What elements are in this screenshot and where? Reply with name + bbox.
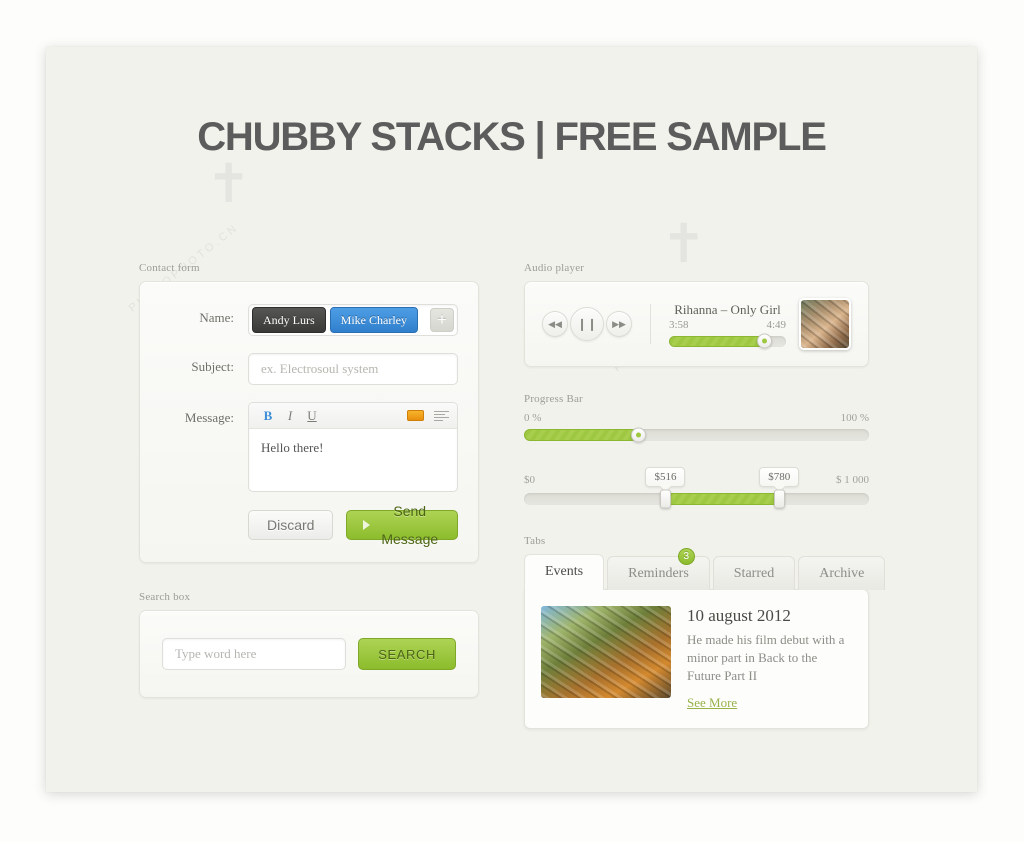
tab-archive[interactable]: Archive [798, 556, 886, 590]
forward-icon[interactable]: ▶▶ [606, 311, 632, 337]
tabs-header: Events Reminders 3 Starred Archive [524, 548, 886, 590]
audio-elapsed: 3:58 [669, 318, 689, 331]
page-title: CHUBBY STACKS | FREE SAMPLE [197, 115, 827, 159]
form-actions: Discard Send Message [248, 503, 458, 547]
range-min-label: $0 [524, 474, 535, 486]
right-column: Audio player ◀◀ ❙❙ ▶▶ Rihanna – Only Gir… [524, 262, 886, 729]
name-label: Name: [199, 310, 234, 325]
message-label: Message: [184, 410, 234, 425]
name-tag-mike[interactable]: Mike Charley [329, 307, 418, 333]
audio-info: Rihanna – Only Girl 3:58 4:49 [669, 301, 786, 349]
range-slider-fill [665, 493, 780, 505]
name-tag-input[interactable]: Andy Lurs Mike Charley + [248, 304, 458, 336]
search-box-card: SEARCH [139, 610, 479, 698]
single-progress-block: 0 % 100 % [524, 412, 869, 443]
tab-reminders[interactable]: Reminders 3 [607, 548, 710, 590]
audio-duration: 4:49 [766, 318, 786, 331]
audio-divider [650, 304, 651, 344]
tabs-widget: Events Reminders 3 Starred Archive 10 august… [524, 548, 886, 729]
single-progress-labels: 0 % 100 % [524, 412, 869, 424]
watermark-glyph: ✝ [206, 154, 252, 214]
single-progress-knob[interactable] [630, 427, 646, 443]
tab-label: Starred [733, 566, 775, 581]
see-more-link[interactable]: See More [687, 695, 737, 711]
rewind-icon[interactable]: ◀◀ [542, 311, 568, 337]
range-slider-labels: $0 $ 1 000 $516 $780 [524, 467, 869, 489]
range-max-label: $ 1 000 [836, 474, 869, 486]
left-column: Contact form Name: Andy Lurs Mike Charle… [139, 262, 479, 698]
event-title: 10 august 2012 [687, 606, 791, 625]
range-high-tooltip: $780 [759, 467, 800, 487]
range-slider-block: $0 $ 1 000 $516 $780 [524, 467, 869, 509]
subject-input[interactable] [248, 353, 458, 385]
underline-icon[interactable]: U [301, 408, 323, 424]
add-tag-button[interactable]: + [430, 308, 454, 332]
tab-badge: 3 [677, 548, 695, 565]
audio-progress-fill [669, 335, 764, 347]
search-box-section-label: Search box [139, 591, 191, 603]
send-message-label: Send Message [381, 503, 439, 547]
tab-starred[interactable]: Starred [712, 556, 796, 590]
progress-min-label: 0 % [524, 412, 542, 424]
range-low-handle[interactable] [659, 489, 671, 509]
name-tag-andy[interactable]: Andy Lurs [252, 307, 326, 333]
message-editor: B I U Hello there! [248, 402, 458, 492]
event-details: 10 august 2012 He made his film debut wi… [687, 606, 852, 712]
range-slider-track[interactable] [524, 489, 869, 509]
name-field-row: Name: Andy Lurs Mike Charley + [140, 304, 458, 336]
audio-controls: ◀◀ ❙❙ ▶▶ [542, 307, 632, 341]
tab-events[interactable]: Events [524, 554, 605, 590]
pause-icon[interactable]: ❙❙ [570, 307, 604, 341]
contact-form-card: Name: Andy Lurs Mike Charley + Subject: … [139, 281, 479, 563]
bold-icon[interactable]: B [257, 408, 279, 424]
event-thumbnail [541, 606, 671, 698]
editor-toolbar: B I U [249, 403, 457, 429]
single-progress-track[interactable] [524, 427, 869, 443]
tab-panel-events: 10 august 2012 He made his film debut wi… [524, 589, 869, 729]
align-lines-icon[interactable] [434, 410, 449, 421]
showcase-panel: CHUBBY STACKS | FREE SAMPLE ✝ PHOTOPHOTO… [46, 47, 977, 792]
single-progress-fill [524, 429, 638, 441]
contact-form-section-label: Contact form [139, 262, 200, 274]
send-message-button[interactable]: Send Message [346, 503, 458, 547]
italic-icon[interactable]: I [279, 408, 301, 424]
tabs-section-label: Tabs [524, 535, 546, 547]
audio-progress-knob[interactable] [756, 333, 772, 349]
message-field-row: Message: B I U Hello there! Discard Send… [140, 402, 458, 547]
event-text: He made his film debut with a minor part… [687, 632, 845, 683]
album-art [799, 298, 851, 350]
range-high-handle[interactable] [773, 489, 785, 509]
audio-times: 3:58 4:49 [669, 319, 786, 331]
play-triangle-icon [363, 520, 371, 530]
subject-field-row: Subject: [140, 353, 458, 385]
message-textarea[interactable]: Hello there! [249, 429, 457, 491]
range-low-tooltip: $516 [645, 467, 686, 487]
discard-button[interactable]: Discard [248, 510, 334, 540]
tab-label: Reminders [628, 566, 689, 581]
audio-track-title: Rihanna – Only Girl [674, 301, 781, 317]
audio-player-card: ◀◀ ❙❙ ▶▶ Rihanna – Only Girl 3:58 4:49 [524, 281, 869, 367]
search-button[interactable]: SEARCH [358, 638, 456, 670]
tab-label: Events [545, 564, 584, 579]
progress-bar-section-label: Progress Bar [524, 393, 583, 405]
audio-progress-track[interactable] [669, 333, 786, 349]
audio-player-section-label: Audio player [524, 262, 585, 274]
tab-label: Archive [819, 566, 865, 581]
subject-label: Subject: [191, 359, 234, 374]
color-swatch-icon[interactable] [407, 410, 424, 421]
progress-max-label: 100 % [840, 412, 869, 424]
search-input[interactable] [162, 638, 347, 670]
